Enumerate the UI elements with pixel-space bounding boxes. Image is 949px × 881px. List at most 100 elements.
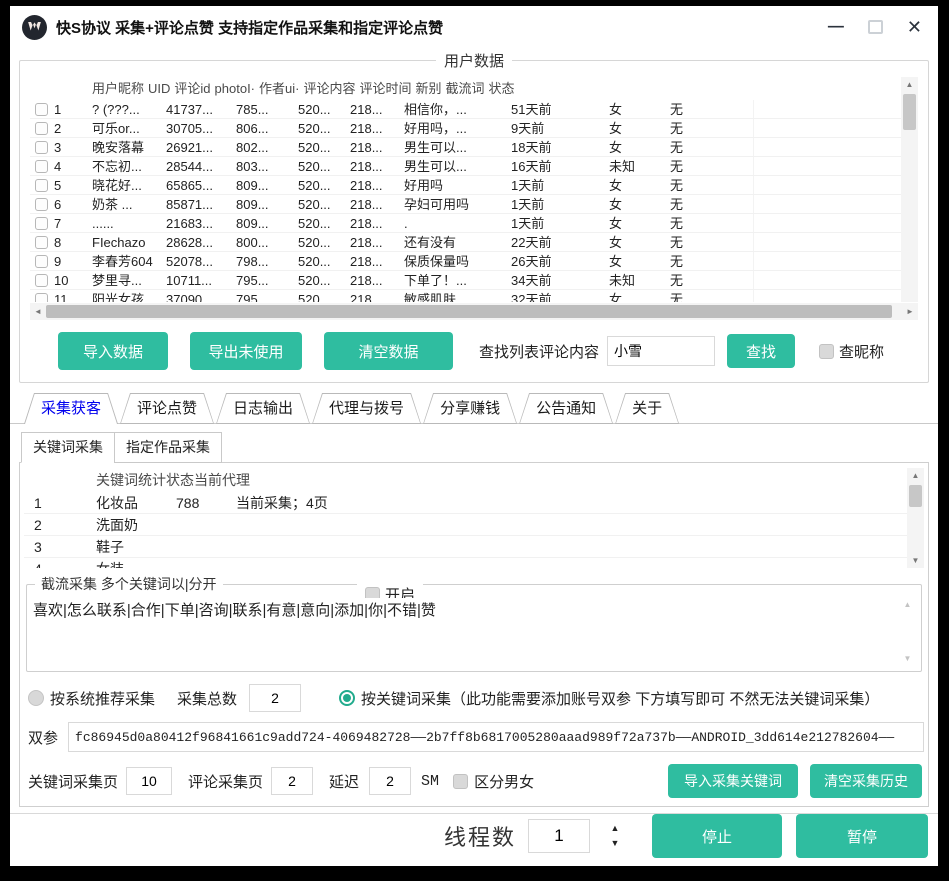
table-row[interactable]: 9 李春芳604 52078... 798... 520... 218... 保… [30,252,901,271]
stepper-up-icon[interactable]: ▲ [604,824,626,833]
cell-author-uid: 218... [350,252,404,270]
find-button[interactable]: 查找 [727,334,795,368]
total-count-input[interactable] [249,684,301,712]
kw-scroll-thumb[interactable] [909,485,922,507]
search-input[interactable] [607,336,715,366]
main-tab[interactable]: 关于 [615,393,679,424]
scroll-thumb[interactable] [903,94,916,130]
kw-count [176,514,236,535]
row-checkbox[interactable] [35,103,48,116]
clear-history-button[interactable]: 清空采集历史 [810,764,922,798]
intercept-keywords-input[interactable]: 喜欢|怎么联系|合作|下单|咨询|联系|有意|意向|添加|你|不错|赞 [31,598,917,660]
sub-tab[interactable]: 关键词采集 [21,432,115,463]
table-row[interactable]: 5 晓花好... 65865... 809... 520... 218... 好… [30,176,901,195]
table-row[interactable]: 2 可乐or... 30705... 806... 520... 218... … [30,119,901,138]
system-recommend-label: 按系统推荐采集 [50,688,155,709]
main-tab[interactable]: 公告通知 [519,393,613,424]
cell-gender: 女 [609,290,670,302]
keyword-scrollbar[interactable]: ▲ ▼ [907,468,924,568]
row-checkbox[interactable] [35,198,48,211]
horizontal-scrollbar[interactable]: ◄ ► [30,303,918,320]
row-checkbox[interactable] [35,217,48,230]
cell-gender: 女 [609,195,670,213]
stop-button[interactable]: 停止 [652,814,782,858]
dual-param-input[interactable] [68,722,924,752]
table-row[interactable]: 1 ? (???... 41737... 785... 520... 218..… [30,100,901,119]
cell-comment: 好用吗 [404,176,511,194]
kw-scroll-up-icon[interactable]: ▲ [907,468,924,483]
import-keywords-button[interactable]: 导入采集关键词 [668,764,798,798]
delay-input[interactable] [369,767,411,795]
stepper-down-icon[interactable]: ▼ [604,839,626,848]
maximize-icon[interactable] [868,20,883,34]
pause-button[interactable]: 暂停 [796,814,928,858]
keyword-row[interactable]: 1 化妆品 788 当前采集；4页 [24,492,907,514]
textarea-scroll-up-icon[interactable]: ▲ [904,600,912,609]
kw-pages-input[interactable] [126,767,172,795]
main-tab[interactable]: 代理与拨号 [312,393,421,424]
cell-intercept-word: 无 [670,290,753,302]
cell-nickname: 奶茶 ... [92,195,166,213]
table-row[interactable]: 4 不忘初... 28544... 803... 520... 218... 男… [30,157,901,176]
table-row[interactable]: 3 晚安落幕 26921... 802... 520... 218... 男生可… [30,138,901,157]
cell-uid: 10711... [166,271,236,289]
keyword-row[interactable]: 2 洗面奶 [24,514,907,536]
system-recommend-radio[interactable] [28,690,44,706]
row-checkbox[interactable] [35,293,48,303]
keyword-row[interactable]: 3 鞋子 [24,536,907,558]
vertical-scrollbar[interactable]: ▲ [901,77,918,302]
comment-pages-input[interactable] [271,767,313,795]
main-tab[interactable]: 评论点赞 [120,393,214,424]
thread-count-input[interactable] [528,819,590,853]
intercept-group: 截流采集 多个关键词以|分开 开启 喜欢|怎么联系|合作|下单|咨询|联系|有意… [26,574,922,672]
scroll-right-icon[interactable]: ► [902,307,918,316]
cell-time: 1天前 [511,176,609,194]
delay-label: 延迟 [329,771,359,792]
textarea-scroll-down-icon[interactable]: ▼ [904,654,912,663]
cell-status [753,271,901,289]
table-row[interactable]: 7 ...... 21683... 809... 520... 218... .… [30,214,901,233]
cell-nickname: 可乐or... [92,119,166,137]
by-keyword-radio[interactable] [339,690,355,706]
hscroll-thumb[interactable] [46,305,892,318]
cell-time: 32天前 [511,290,609,302]
main-tab[interactable]: 分享赚钱 [423,393,517,424]
import-data-button[interactable]: 导入数据 [58,332,168,370]
clear-data-button[interactable]: 清空数据 [324,332,453,370]
keyword-column-header: 当前代理 [194,468,250,492]
row-checkbox[interactable] [35,179,48,192]
cell-photo-id: 520... [298,233,350,251]
scroll-up-icon[interactable]: ▲ [901,77,918,92]
minimize-icon[interactable]: — [828,20,844,34]
export-unused-button[interactable]: 导出未使用 [190,332,302,370]
column-header: UID [148,77,174,100]
cell-uid: 21683... [166,214,236,232]
scroll-left-icon[interactable]: ◄ [30,307,46,316]
table-row[interactable]: 6 奶茶 ... 85871... 809... 520... 218... 孕… [30,195,901,214]
keyword-row[interactable]: 4 女装 [24,558,907,568]
close-icon[interactable]: ✕ [907,19,922,35]
row-checkbox[interactable] [35,274,48,287]
table-row[interactable]: 10 梦里寻... 10711... 795... 520... 218... … [30,271,901,290]
cell-comment: . [404,214,511,232]
gender-filter-checkbox[interactable] [453,774,468,789]
row-checkbox[interactable] [35,255,48,268]
kw-keyword: 鞋子 [96,536,176,557]
main-tab[interactable]: 日志输出 [216,393,310,424]
cell-uid: 26921... [166,138,236,156]
check-nickname-checkbox[interactable] [819,344,834,359]
sub-tab[interactable]: 指定作品采集 [114,432,222,463]
row-checkbox[interactable] [35,160,48,173]
table-row[interactable]: 8 FIechazo 28628... 800... 520... 218...… [30,233,901,252]
kw-scroll-down-icon[interactable]: ▼ [907,553,924,568]
row-checkbox[interactable] [35,122,48,135]
cell-intercept-word: 无 [670,100,753,118]
row-index: 2 [54,119,61,137]
textarea-scrollbar[interactable]: ▲ ▼ [900,600,915,663]
row-checkbox[interactable] [35,236,48,249]
row-checkbox[interactable] [35,141,48,154]
cell-intercept-word: 无 [670,252,753,270]
table-row[interactable]: 11 阳光女孩 37090... 795... 520... 218... 敏感… [30,290,901,302]
kw-index: 4 [24,558,96,568]
main-tab[interactable]: 采集获客 [24,393,118,424]
